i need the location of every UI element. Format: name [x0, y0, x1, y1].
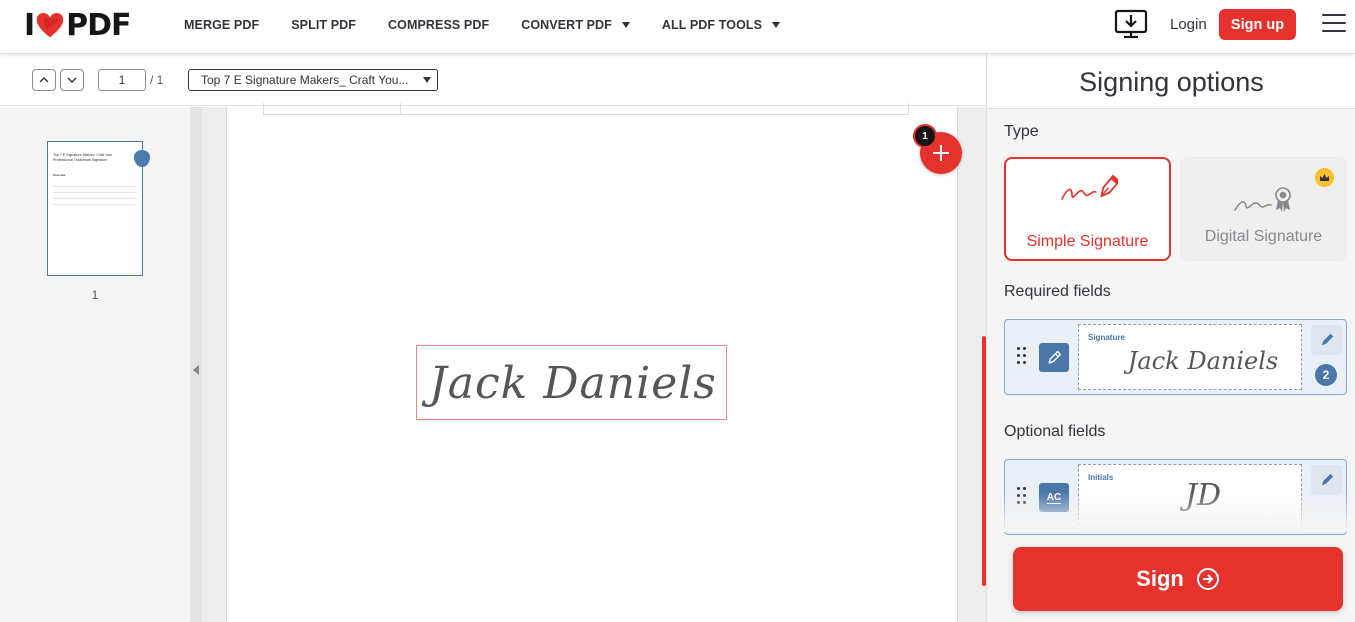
nav-convert-pdf[interactable]: CONVERT PDF	[521, 18, 630, 32]
type-label: Type	[1004, 123, 1039, 140]
page-total: / 1	[150, 73, 164, 87]
digital-signature-option[interactable]: Digital Signature	[1180, 157, 1347, 261]
signature-preview-render: Jack Daniels	[1123, 347, 1278, 375]
nav-merge-pdf[interactable]: MERGE PDF	[184, 18, 259, 32]
page-number-input[interactable]: 1	[98, 69, 146, 91]
edit-initials-button[interactable]	[1311, 465, 1342, 495]
arrow-right-circle-icon	[1196, 568, 1219, 590]
caret-down-icon	[772, 22, 781, 28]
premium-crown-icon	[1315, 168, 1334, 187]
page-table-fragment	[263, 103, 909, 115]
document-select[interactable]: Top 7 E Signature Makers_ Craft You...	[188, 69, 438, 91]
login-link[interactable]: Login	[1170, 16, 1207, 33]
signup-button[interactable]: Sign up	[1219, 9, 1296, 40]
caret-down-icon	[423, 77, 431, 83]
top-navigation-bar: I PDF MERGE PDF SPLIT PDF COMPRESS PDF C…	[0, 0, 1355, 54]
panel-header: Signing options	[987, 54, 1355, 109]
nav-all-pdf-tools[interactable]: ALL PDF TOOLS	[662, 18, 781, 32]
svg-text:Jack Daniels: Jack Daniels	[421, 358, 717, 409]
sign-button[interactable]: Sign	[1013, 547, 1343, 611]
sidebar-collapse-handle[interactable]	[190, 107, 202, 622]
svg-text:Jack Daniels: Jack Daniels	[1123, 347, 1278, 375]
signature-render: Jack Daniels	[421, 358, 717, 409]
simple-signature-label: Simple Signature	[1026, 233, 1149, 250]
scroll-fade	[987, 492, 1355, 532]
signing-options-panel: Signing options Type Simple Signature Di…	[986, 54, 1355, 622]
nav-split-pdf[interactable]: SPLIT PDF	[291, 18, 356, 32]
thumbnail-page-number: 1	[91, 288, 99, 302]
required-fields-label: Required fields	[1004, 283, 1111, 300]
prev-page-button[interactable]	[32, 69, 56, 91]
pen-signature-icon	[1061, 175, 1118, 200]
page-thumbnail[interactable]: Top 7 E Signature Makers: Craft Your Pro…	[47, 141, 150, 276]
certificate-signature-icon	[1234, 187, 1291, 212]
thumbnail-sidebar: Top 7 E Signature Makers: Craft Your Pro…	[0, 107, 190, 622]
signature-preview[interactable]: Signature Jack Daniels	[1078, 324, 1302, 390]
placed-signature[interactable]: Jack Daniels	[416, 345, 727, 420]
document-viewer: Jack Daniels	[202, 103, 986, 622]
next-page-button[interactable]	[60, 69, 84, 91]
digital-signature-label: Digital Signature	[1204, 228, 1323, 245]
document-toolbar: 1 / 1 Top 7 E Signature Makers_ Craft Yo…	[0, 54, 986, 106]
panel-title: Signing options	[1079, 67, 1264, 97]
pencil-icon	[1321, 333, 1334, 345]
optional-fields-label: Optional fields	[1004, 423, 1106, 440]
caret-left-icon	[193, 365, 199, 375]
heart-icon	[36, 13, 64, 38]
caret-down-icon	[621, 22, 630, 28]
simple-signature-option[interactable]: Simple Signature	[1004, 157, 1171, 261]
pen-icon	[1039, 343, 1069, 372]
logo-text-pdf: PDF	[66, 7, 131, 43]
thumbnail-title: Top 7 E Signature Makers: Craft Your Pro…	[53, 153, 113, 162]
chevron-down-icon	[67, 77, 77, 83]
add-signature-count-badge: 1	[913, 124, 937, 148]
pencil-icon	[1321, 473, 1334, 485]
edit-signature-button[interactable]	[1311, 325, 1342, 355]
pdf-page: Jack Daniels	[226, 103, 958, 622]
signature-count-badge: 2	[1315, 364, 1337, 386]
main-nav: MERGE PDF SPLIT PDF COMPRESS PDF CONVERT…	[184, 0, 812, 50]
ilovepdf-logo[interactable]: I PDF	[24, 7, 132, 43]
drag-handle-icon[interactable]	[1017, 347, 1027, 365]
plus-icon	[933, 145, 949, 161]
hamburger-menu-icon[interactable]	[1322, 14, 1346, 34]
required-signature-field[interactable]: Signature Jack Daniels 2	[1004, 319, 1347, 395]
logo-letter-i: I	[24, 7, 35, 43]
nav-compress-pdf[interactable]: COMPRESS PDF	[388, 18, 489, 32]
thumbnail-section: Overview	[53, 173, 66, 177]
desktop-download-icon[interactable]	[1114, 9, 1148, 39]
chevron-up-icon	[39, 77, 49, 83]
signature-marker-icon	[134, 150, 150, 167]
